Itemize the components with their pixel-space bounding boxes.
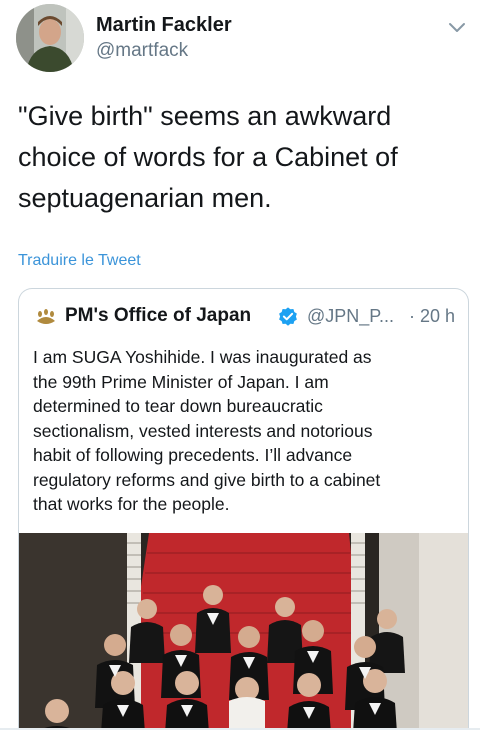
quoted-author-name[interactable]: PM's Office of Japan bbox=[65, 305, 251, 327]
tweet-text-line: choice of words for a Cabinet of bbox=[18, 142, 398, 172]
tweet-text-line: "Give birth" seems an awkward bbox=[18, 101, 392, 131]
tweet-header: Martin Fackler @martfack bbox=[16, 4, 476, 74]
avatar-photo bbox=[16, 4, 84, 72]
verified-badge-icon bbox=[279, 307, 297, 326]
tweet-text: "Give birth" seems an awkward choice of … bbox=[18, 96, 458, 219]
quoted-text-line: habit of following precedents. I’ll adva… bbox=[33, 445, 353, 465]
tweet-text-line: septuagenarian men. bbox=[18, 183, 272, 213]
translate-tweet-link[interactable]: Traduire le Tweet bbox=[18, 252, 141, 270]
avatar[interactable] bbox=[16, 4, 84, 72]
quoted-tweet-header: PM's Office of Japan @JPN_P... · 20 h bbox=[33, 305, 463, 331]
quoted-text-line: that works for the people. bbox=[33, 494, 230, 514]
author-handle[interactable]: @martfack bbox=[96, 40, 188, 62]
quoted-tweet[interactable]: PM's Office of Japan @JPN_P... · 20 h I … bbox=[18, 288, 469, 730]
quoted-tweet-time[interactable]: · 20 h bbox=[409, 306, 455, 327]
author-name[interactable]: Martin Fackler bbox=[96, 14, 232, 37]
quoted-text-line: sectionalism, vested interests and notor… bbox=[33, 420, 373, 441]
chevron-down-icon[interactable] bbox=[446, 16, 468, 38]
quoted-text-line: determined to tear down bureaucratic bbox=[33, 396, 323, 416]
quoted-author-handle[interactable]: @JPN_P... bbox=[307, 306, 394, 327]
cabinet-photo[interactable] bbox=[19, 533, 469, 730]
quoted-text-line: I am SUGA Yoshihide. I was inaugurated a… bbox=[33, 347, 372, 367]
quoted-tweet-text: I am SUGA Yoshihide. I was inaugurated a… bbox=[33, 345, 458, 517]
paulownia-crest-icon bbox=[37, 309, 55, 324]
quoted-text-line: regulatory reforms and give birth to a c… bbox=[33, 469, 381, 490]
quoted-text-line: the 99th Prime Minister of Japan. I am bbox=[33, 371, 329, 392]
